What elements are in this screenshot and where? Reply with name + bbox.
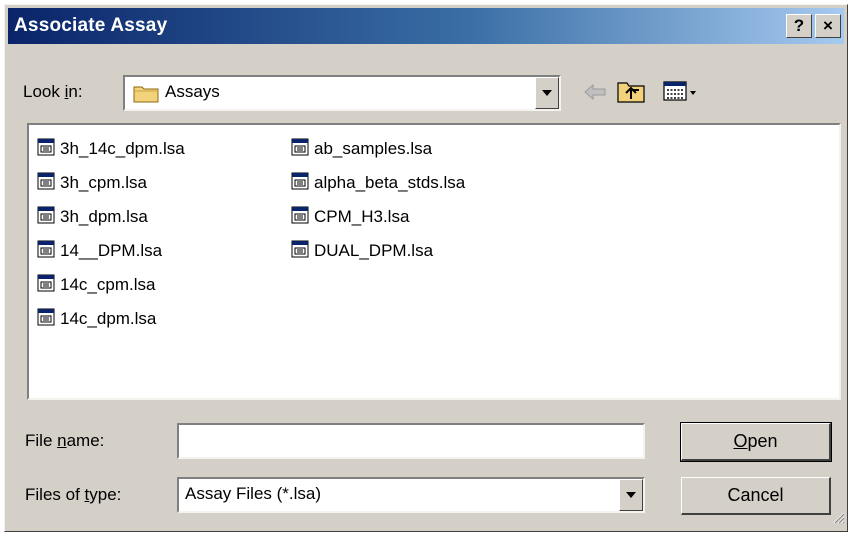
file-item[interactable]: 14__DPM.lsa bbox=[37, 239, 162, 263]
file-icon bbox=[37, 240, 55, 263]
file-icon bbox=[37, 274, 55, 297]
up-folder-icon[interactable] bbox=[617, 79, 645, 108]
window-title: Associate Assay bbox=[14, 15, 168, 36]
look-in-dropdown[interactable]: Assays bbox=[123, 75, 561, 111]
file-list[interactable]: 3h_14c_dpm.lsa 3h_cpm.lsa 3h_dpm.lsa 14_… bbox=[27, 123, 841, 400]
file-icon bbox=[37, 138, 55, 161]
look-in-value: Assays bbox=[165, 82, 220, 101]
title-bar[interactable]: Associate Assay ? × bbox=[8, 8, 844, 44]
file-icon bbox=[37, 308, 55, 331]
files-of-type-label: Files of type: bbox=[25, 485, 122, 504]
file-item[interactable]: DUAL_DPM.lsa bbox=[291, 239, 433, 263]
chevron-down-icon bbox=[542, 90, 552, 96]
file-item[interactable]: ab_samples.lsa bbox=[291, 137, 432, 161]
files-of-type-dropdown-button[interactable] bbox=[619, 479, 643, 511]
file-item[interactable]: alpha_beta_stds.lsa bbox=[291, 171, 465, 195]
open-button[interactable]: Open bbox=[680, 422, 832, 462]
file-icon bbox=[37, 172, 55, 195]
back-arrow-icon[interactable] bbox=[583, 81, 607, 108]
file-icon bbox=[291, 172, 309, 195]
cancel-button[interactable]: Cancel bbox=[681, 477, 831, 515]
file-item[interactable]: 3h_cpm.lsa bbox=[37, 171, 147, 195]
look-in-label: Look in: bbox=[23, 82, 83, 101]
file-item[interactable]: CPM_H3.lsa bbox=[291, 205, 409, 229]
file-icon bbox=[37, 206, 55, 229]
file-icon bbox=[291, 240, 309, 263]
file-item[interactable]: 3h_dpm.lsa bbox=[37, 205, 148, 229]
file-name-input[interactable] bbox=[177, 423, 645, 459]
file-icon bbox=[291, 206, 309, 229]
folder-icon bbox=[133, 83, 159, 108]
close-button[interactable]: × bbox=[815, 14, 841, 38]
view-menu-icon[interactable] bbox=[663, 81, 699, 108]
resize-grip-icon[interactable] bbox=[831, 510, 845, 529]
file-icon bbox=[291, 138, 309, 161]
file-name-label: File name: bbox=[25, 431, 105, 450]
file-item[interactable]: 14c_cpm.lsa bbox=[37, 273, 155, 297]
file-item[interactable]: 3h_14c_dpm.lsa bbox=[37, 137, 185, 161]
files-of-type-value: Assay Files (*.lsa) bbox=[185, 484, 322, 503]
file-item[interactable]: 14c_dpm.lsa bbox=[37, 307, 156, 331]
chevron-down-icon bbox=[626, 492, 636, 498]
look-in-dropdown-button[interactable] bbox=[535, 77, 559, 109]
help-button[interactable]: ? bbox=[786, 14, 812, 38]
files-of-type-dropdown[interactable]: Assay Files (*.lsa) bbox=[177, 477, 645, 513]
associate-assay-dialog: Associate Assay ? × Look in: Assays 3h_1… bbox=[4, 4, 848, 532]
